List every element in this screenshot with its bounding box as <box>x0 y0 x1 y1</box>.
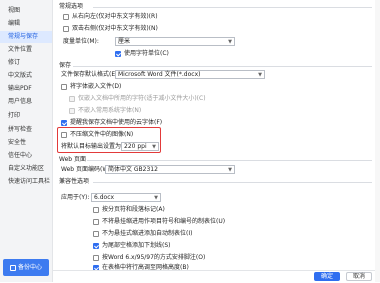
sidebar-item-trust-center[interactable]: 信任中心 <box>0 150 52 162</box>
web-encoding-value: 简体中文 GB2312 <box>108 166 158 173</box>
scrollbar[interactable] <box>375 0 380 282</box>
embed-used-chars-label: 仅嵌入文档中所用的字符(适于减小文件大小)(C) <box>78 95 206 102</box>
sidebar-item-security[interactable]: 安全性 <box>0 137 52 149</box>
save-section-title: 保存 <box>59 62 72 69</box>
apply-to-value: 6.docx <box>94 194 115 201</box>
chevron-down-icon: ▼ <box>154 195 158 201</box>
compat-option-checkbox[interactable] <box>93 219 99 225</box>
no-compress-images-label: 不压缩文件中的图像(N) <box>70 131 134 138</box>
sidebar-item-file-location[interactable]: 文件位置 <box>0 44 52 56</box>
chevron-down-icon: ▼ <box>228 39 232 45</box>
no-compress-images-checkbox[interactable] <box>61 132 67 138</box>
compat-option-checkbox[interactable] <box>93 207 99 213</box>
sidebar-item-revision[interactable]: 修订 <box>0 57 52 69</box>
cancel-button[interactable]: 取消 <box>346 272 372 281</box>
sidebar-item-view[interactable]: 视图 <box>0 5 52 17</box>
settings-panel: 常规选项 从右向左(仅对中东文字有效)(R) 双击右侧(仅对中东文字有效)(N)… <box>53 0 380 283</box>
chevron-down-icon: ▼ <box>258 72 262 78</box>
backup-center-label: 备份中心 <box>17 264 42 271</box>
char-unit-checkbox[interactable] <box>115 51 121 57</box>
char-unit-label: 使用字符单位(C) <box>124 50 169 57</box>
general-section-title: 常规选项 <box>59 3 84 10</box>
apply-to-label: 应用于(Y): <box>61 194 90 201</box>
double-click-checkbox[interactable] <box>63 26 69 32</box>
save-format-label: 文件保存默认格式(E): <box>61 71 120 78</box>
unit-label: 度量单位(M): <box>63 38 99 45</box>
sidebar-item-general-save[interactable]: 常规与保存 <box>0 31 52 43</box>
apply-to-select[interactable]: 6.docx ▼ <box>91 193 161 202</box>
dpi-value: 220 ppi <box>124 143 147 150</box>
no-system-fonts-checkbox[interactable] <box>69 108 75 114</box>
divider <box>93 7 372 8</box>
dpi-select[interactable]: 220 ppi ▼ <box>121 142 159 151</box>
divider <box>93 182 372 183</box>
web-section-title: Web 页面 <box>59 156 86 163</box>
sidebar-item-print[interactable]: 打印 <box>0 110 52 122</box>
rtl-label: 从右向左(仅对中东文字有效)(R) <box>72 13 158 20</box>
sidebar-item-chinese-layout[interactable]: 中文版式 <box>0 70 52 82</box>
rtl-checkbox[interactable] <box>63 14 69 20</box>
divider <box>73 66 372 67</box>
compat-option-label: 为尾部空格添加下划线(S) <box>102 242 171 249</box>
embed-fonts-checkbox[interactable] <box>61 84 67 90</box>
embed-fonts-label: 将字体嵌入文件(D) <box>70 83 122 90</box>
ok-button[interactable]: 确定 <box>314 272 340 281</box>
sidebar-item-edit[interactable]: 编辑 <box>0 18 52 30</box>
sidebar-item-customize-ribbon[interactable]: 自定义功能区 <box>0 163 52 175</box>
compat-option-label: 按Word 6.x/95/97的方式安排脚注(O) <box>102 254 206 261</box>
double-click-label: 双击右侧(仅对中东文字有效)(N) <box>72 25 158 32</box>
sidebar-item-user-info[interactable]: 用户信息 <box>0 96 52 108</box>
backup-icon <box>9 264 16 271</box>
compat-option-label: 不将悬挂缩进用作项目符号和编号的制表位(U) <box>102 218 226 225</box>
sidebar-item-spellcheck[interactable]: 拼写检查 <box>0 124 52 136</box>
embed-used-chars-checkbox[interactable] <box>69 96 75 102</box>
unit-select[interactable]: 厘米 ▼ <box>115 37 235 46</box>
save-format-select[interactable]: Microsoft Word 文件(*.docx) ▼ <box>115 70 265 79</box>
compat-option-checkbox[interactable] <box>93 255 99 261</box>
divider <box>87 160 372 161</box>
compat-option-label: 不为悬挂式缩进添加自动制表位(I) <box>102 230 193 237</box>
compat-option-label: 按分页符和段落标记(A) <box>102 206 165 213</box>
compat-section-title: 兼容性选项 <box>59 178 90 185</box>
chevron-down-icon: ▼ <box>228 167 232 173</box>
chevron-down-icon: ▼ <box>152 144 156 150</box>
save-format-value: Microsoft Word 文件(*.docx) <box>118 71 201 78</box>
no-system-fonts-label: 不嵌入常用系统字体(N) <box>78 107 142 114</box>
sidebar-item-export-pdf[interactable]: 输出PDF <box>0 83 52 95</box>
unit-value: 厘米 <box>118 38 131 45</box>
compat-option-checkbox[interactable] <box>93 243 99 249</box>
dialog-footer: 确定 取消 <box>53 270 380 283</box>
compat-option-checkbox[interactable] <box>93 231 99 237</box>
backup-center-button[interactable]: 备份中心 <box>3 259 49 276</box>
sidebar: 视图 编辑 常规与保存 文件位置 修订 中文版式 输出PDF 用户信息 打印 拼… <box>0 0 53 282</box>
remind-cloud-fonts-checkbox[interactable] <box>61 120 67 126</box>
web-encoding-select[interactable]: 简体中文 GB2312 ▼ <box>105 165 235 174</box>
remind-cloud-fonts-label: 提醒我保存文档中使用的云字体(F) <box>70 119 163 126</box>
sidebar-item-quick-access[interactable]: 快速访问工具栏 <box>0 176 52 188</box>
